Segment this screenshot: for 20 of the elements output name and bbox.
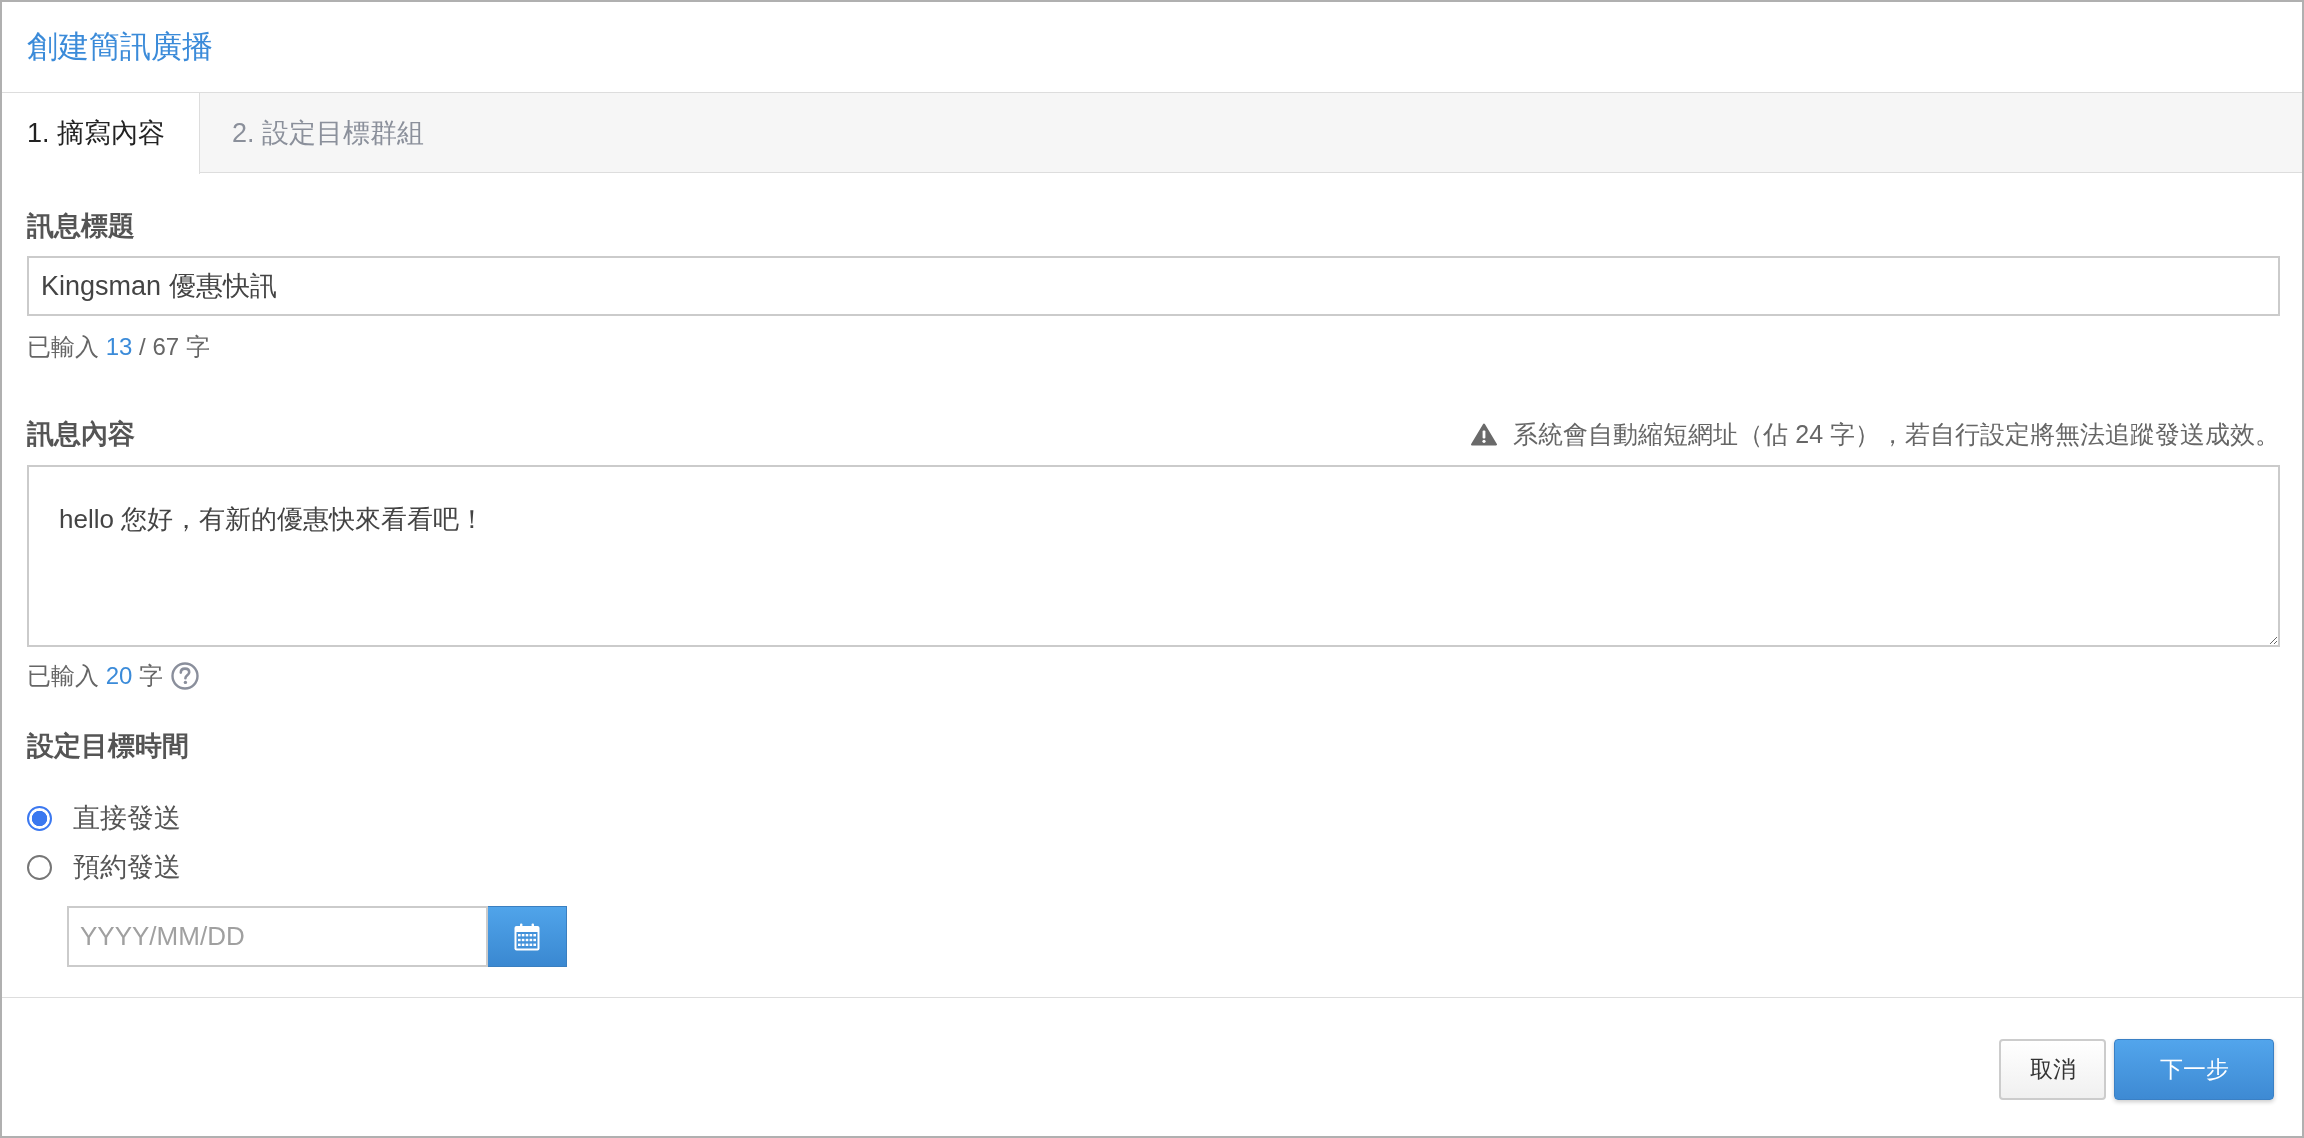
char-counter: 已輸入 20 字 <box>27 661 164 691</box>
calendar-icon <box>514 922 540 951</box>
radio-label[interactable]: 預約發送 <box>73 847 181 887</box>
field-label: 訊息內容 <box>27 418 135 451</box>
date-field[interactable]: YYYY/MM/DD <box>67 906 488 967</box>
radio-button[interactable] <box>27 854 52 880</box>
char-counter: 已輸入 13 / 67 字 <box>27 332 211 362</box>
calendar-button[interactable] <box>488 906 567 967</box>
field-label: 設定目標時間 <box>27 730 190 763</box>
cancel-button[interactable]: 取消 <box>1999 1039 2106 1100</box>
url-shortening-notice: 系統會自動縮短網址（佔 24 字），若自行設定將無法追蹤發送成效。 <box>1513 419 2280 449</box>
field-label: 訊息標題 <box>27 210 136 243</box>
warning-icon <box>1471 422 1498 446</box>
title-input-field[interactable]: Kingsman 優惠快訊 <box>27 256 2280 316</box>
step-tab[interactable]: 1. 摘寫內容 <box>2 93 200 174</box>
help-icon[interactable] <box>171 662 200 690</box>
message-content-textarea[interactable]: hello 您好，有新的優惠快來看看吧！ <box>27 465 2280 647</box>
radio-button[interactable] <box>27 805 52 831</box>
dialog-title: 創建簡訊廣播 <box>27 28 213 66</box>
radio-label[interactable]: 直接發送 <box>73 798 181 838</box>
